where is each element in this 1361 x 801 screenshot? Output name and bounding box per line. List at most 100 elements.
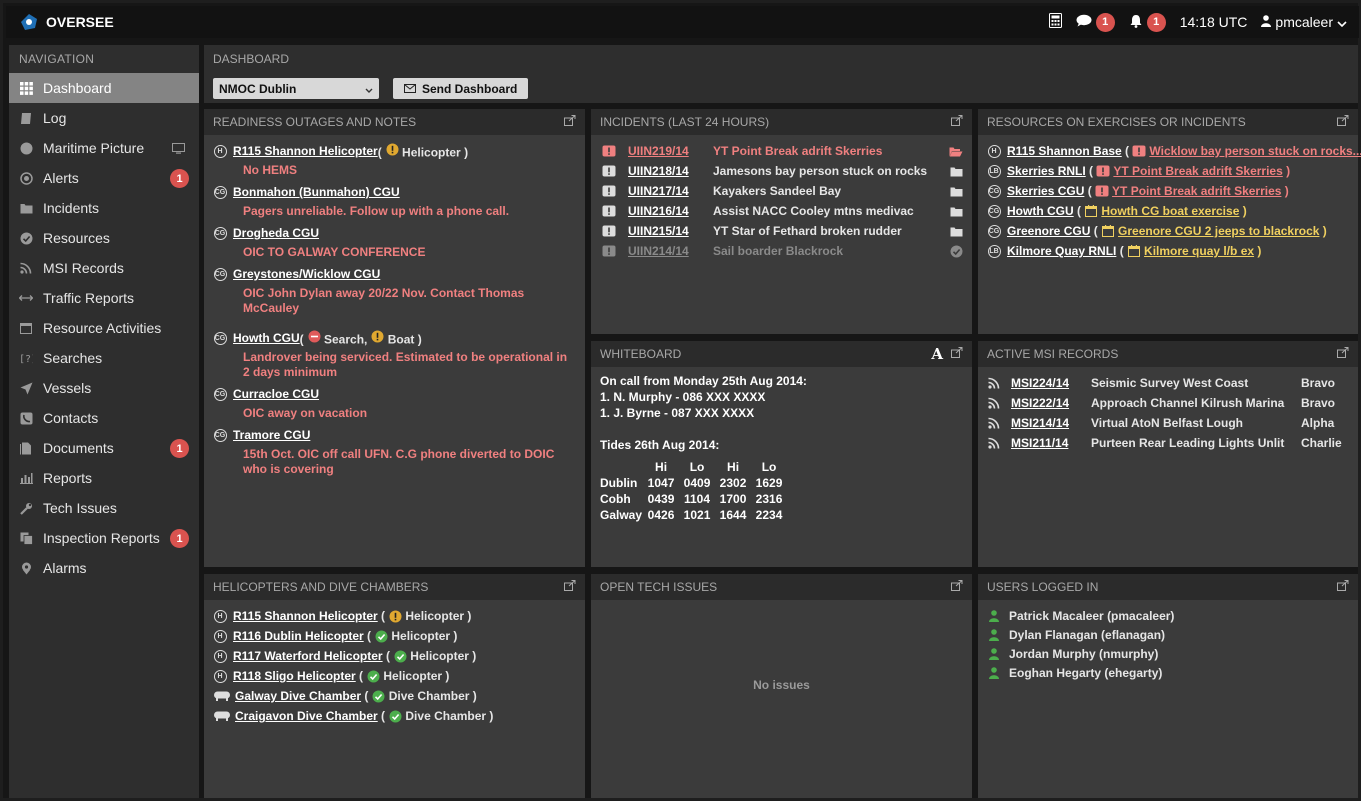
external-link-icon[interactable]	[1337, 347, 1349, 361]
sidebar-item-alerts[interactable]: Alerts 1	[9, 163, 199, 193]
resource-link[interactable]: R115 Shannon Base	[1007, 144, 1122, 158]
external-link-icon[interactable]	[564, 580, 576, 594]
resource-link[interactable]: Curracloe CGU	[233, 387, 319, 401]
sidebar-item-maritime-picture[interactable]: Maritime Picture	[9, 133, 199, 163]
resource-link[interactable]: Bonmahon (Bunmahon) CGU	[233, 185, 400, 199]
external-link-icon[interactable]	[1337, 580, 1349, 594]
resource-link[interactable]: Howth CGU	[1007, 204, 1074, 218]
sidebar-item-label: Log	[43, 110, 67, 126]
status-label: Dive Chamber	[388, 689, 470, 703]
sidebar-item-alarms[interactable]: Alarms	[9, 553, 199, 583]
check-circle-icon[interactable]	[949, 244, 963, 258]
activity-link[interactable]: Kilmore quay l/b ex	[1144, 244, 1254, 258]
activity-link[interactable]: YT Point Break adrift Skerries	[1112, 184, 1281, 198]
external-link-icon[interactable]	[951, 347, 963, 361]
activity-link[interactable]: Wicklow bay person stuck on rocks...	[1149, 144, 1361, 158]
folder-icon	[19, 201, 33, 215]
resources-panel: RESOURCES ON EXERCISES OR INCIDENTS H R11…	[978, 109, 1361, 334]
resource-link[interactable]: Craigavon Dive Chamber	[235, 709, 378, 723]
msi-panel: ACTIVE MSI RECORDS MSI224/14 Seismic Surv…	[978, 341, 1358, 567]
location-select[interactable]: NMOC Dublin	[213, 78, 379, 99]
sidebar-item-traffic-reports[interactable]: Traffic Reports	[9, 283, 199, 313]
sidebar-item-reports[interactable]: Reports	[9, 463, 199, 493]
chat-button[interactable]: 1	[1076, 12, 1115, 32]
tides-cell: 1104	[684, 492, 711, 506]
list-item: Dylan Flanagan (eflanagan)	[987, 625, 1349, 644]
resource-link[interactable]: R115 Shannon Helicopter	[233, 609, 378, 623]
folder-icon[interactable]	[949, 204, 963, 218]
folder-icon[interactable]	[949, 184, 963, 198]
resource-link[interactable]: Tramore CGU	[233, 428, 310, 442]
activity-link[interactable]: Greenore CGU 2 jeeps to blackrock	[1118, 224, 1319, 238]
activity-link[interactable]: Howth CG boat exercise	[1101, 204, 1239, 218]
send-dashboard-button[interactable]: Send Dashboard	[393, 78, 529, 99]
folder-icon[interactable]	[949, 224, 963, 238]
ok-icon	[366, 669, 380, 683]
sidebar-item-resource-activities[interactable]: Resource Activities	[9, 313, 199, 343]
ok-icon	[374, 629, 388, 643]
whiteboard-text[interactable]: On call from Monday 25th Aug 2014: 1. N.…	[591, 367, 972, 459]
msi-link[interactable]: MSI222/14	[1011, 396, 1091, 410]
resource-link[interactable]: R115 Shannon Helicopter	[233, 144, 378, 158]
user-menu[interactable]: pmcaleer	[1261, 14, 1347, 30]
table-row: MSI211/14 Purteen Rear Leading Lights Unl…	[987, 433, 1349, 453]
msi-link[interactable]: MSI214/14	[1011, 416, 1091, 430]
count-badge: 1	[170, 529, 189, 548]
sidebar-item-label: MSI Records	[43, 260, 124, 276]
sidebar-item-incidents[interactable]: Incidents	[9, 193, 199, 223]
sidebar-item-inspection-reports[interactable]: Inspection Reports 1	[9, 523, 199, 553]
incident-link[interactable]: UIIN214/14	[628, 244, 713, 258]
external-link-icon[interactable]	[1337, 115, 1349, 129]
sidebar-item-log[interactable]: Log	[9, 103, 199, 133]
sidebar-item-documents[interactable]: Documents 1	[9, 433, 199, 463]
resource-link[interactable]: R117 Waterford Helicopter	[233, 649, 383, 663]
sidebar-item-dashboard[interactable]: Dashboard	[9, 73, 199, 103]
incident-link[interactable]: UIIN217/14	[628, 184, 713, 198]
sidebar-item-msi-records[interactable]: MSI Records	[9, 253, 199, 283]
resource-link[interactable]: Drogheda CGU	[233, 226, 319, 240]
incident-link[interactable]: UIIN218/14	[628, 164, 713, 178]
globe-icon	[19, 141, 33, 155]
resource-link[interactable]: Kilmore Quay RNLI	[1007, 244, 1116, 258]
resource-link[interactable]: Skerries CGU	[1007, 184, 1084, 198]
resource-link[interactable]: R116 Dublin Helicopter	[233, 629, 364, 643]
status-label: Helicopter	[410, 649, 469, 663]
panel-title: USERS LOGGED IN	[987, 580, 1099, 594]
msi-link[interactable]: MSI211/14	[1011, 436, 1091, 450]
sidebar-item-vessels[interactable]: Vessels	[9, 373, 199, 403]
sidebar-item-resources[interactable]: Resources	[9, 223, 199, 253]
resource-link[interactable]: Galway Dive Chamber	[235, 689, 361, 703]
external-link-icon[interactable]	[951, 580, 963, 594]
alerts-button[interactable]: 1	[1129, 12, 1166, 32]
tides-cell: Dublin	[600, 476, 638, 490]
envelope-icon	[404, 82, 416, 96]
whiteboard-panel: WHITEBOARD A On call from Monday 25th Aug…	[591, 341, 972, 567]
oversee-logo-icon	[18, 11, 40, 33]
incident-link[interactable]: UIIN219/14	[628, 144, 713, 158]
monitor-icon[interactable]	[172, 141, 185, 157]
sidebar-item-tech-issues[interactable]: Tech Issues	[9, 493, 199, 523]
resource-link[interactable]: Howth CGU	[233, 331, 300, 345]
status-label: Dive Chamber	[405, 709, 487, 723]
resource-link[interactable]: Greenore CGU	[1007, 224, 1090, 238]
external-link-icon[interactable]	[564, 115, 576, 129]
brand[interactable]: OVERSEE	[18, 11, 114, 33]
folder-open-icon[interactable]	[949, 144, 963, 158]
sidebar-item-searches[interactable]: [?] Searches	[9, 343, 199, 373]
msi-description: Approach Channel Kilrush Marina	[1091, 396, 1285, 410]
sidebar-item-contacts[interactable]: Contacts	[9, 403, 199, 433]
resource-link[interactable]: R118 Sligo Helicopter	[233, 669, 356, 683]
resource-link[interactable]: Skerries RNLI	[1007, 164, 1086, 178]
incident-link[interactable]: UIIN216/14	[628, 204, 713, 218]
font-icon[interactable]: A	[931, 345, 943, 363]
folder-icon[interactable]	[949, 164, 963, 178]
user-icon	[987, 609, 1001, 623]
external-link-icon[interactable]	[951, 115, 963, 129]
msi-link[interactable]: MSI224/14	[1011, 376, 1091, 390]
resource-type-icon: LB	[987, 164, 1001, 178]
panel-title: READINESS OUTAGES AND NOTES	[213, 115, 417, 129]
activity-link[interactable]: YT Point Break adrift Skerries	[1113, 164, 1282, 178]
incident-link[interactable]: UIIN215/14	[628, 224, 713, 238]
resource-link[interactable]: Greystones/Wicklow CGU	[233, 267, 380, 281]
calculator-icon[interactable]	[1048, 13, 1062, 31]
